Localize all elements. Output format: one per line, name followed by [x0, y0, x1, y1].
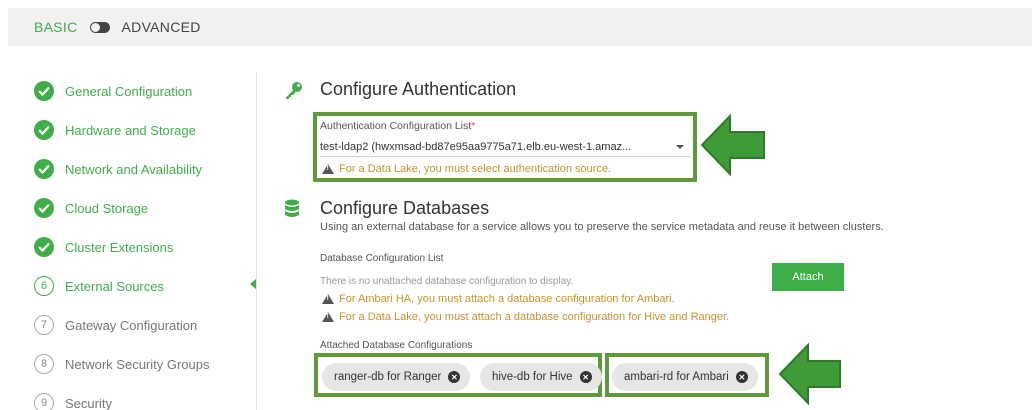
auth-config-list-label: Authentication Configuration List* — [320, 120, 475, 132]
db-section-title: Configure Databases — [320, 198, 490, 218]
warning-icon — [322, 164, 334, 174]
chip-label: ranger-db for Ranger — [334, 371, 442, 383]
step-gateway-configuration[interactable]: 7 Gateway Configuration — [34, 314, 264, 336]
step-number: 9 — [34, 393, 54, 410]
arrow-left-icon — [700, 113, 765, 177]
db-config-list-label: Database Configuration List — [320, 253, 444, 264]
check-circle-icon — [34, 120, 54, 140]
step-label: Gateway Configuration — [65, 317, 198, 333]
close-icon[interactable]: ✕ — [735, 371, 748, 383]
db-empty-message: There is no unattached database configur… — [320, 276, 574, 287]
db-warning-datalake: For a Data Lake, you must attach a datab… — [322, 311, 729, 323]
step-external-sources[interactable]: 6 External Sources — [34, 275, 264, 297]
close-icon[interactable]: ✕ — [448, 371, 461, 383]
toggle-knob — [90, 22, 100, 32]
arrow-left-icon — [778, 342, 841, 406]
step-hardware-and-storage[interactable]: Hardware and Storage — [34, 119, 264, 141]
chip-label: ambari-rd for Ambari — [624, 371, 729, 383]
db-warning-ambari: For Ambari HA, you must attach a databas… — [322, 293, 675, 305]
step-label: Network and Availability — [65, 161, 203, 177]
db-chip-hive: hive-db for Hive ✕ — [480, 363, 602, 391]
step-number: 7 — [34, 315, 54, 335]
warning-icon — [322, 294, 334, 304]
step-label: Cluster Extensions — [65, 239, 174, 255]
check-circle-icon — [34, 159, 54, 179]
auth-selected-value: test-ldap2 (hwxmsad-bd87e95aa9775a71.elb… — [320, 140, 632, 153]
step-number: 6 — [34, 276, 54, 296]
database-icon — [284, 199, 300, 224]
attach-button[interactable]: Attach — [772, 263, 844, 291]
step-label: Cloud Storage — [65, 200, 149, 216]
step-label: Security — [65, 395, 112, 410]
step-network-and-availability[interactable]: Network and Availability — [34, 158, 264, 180]
mode-bar: BASIC ADVANCED — [8, 8, 1032, 46]
step-security[interactable]: 9 Security — [34, 392, 264, 410]
required-mark: * — [471, 120, 476, 132]
auth-config-select[interactable]: test-ldap2 (hwxmsad-bd87e95aa9775a71.elb… — [320, 137, 690, 157]
auth-section-title: Configure Authentication — [320, 79, 517, 99]
close-icon[interactable]: ✕ — [579, 371, 592, 383]
db-chip-ranger: ranger-db for Ranger ✕ — [322, 363, 471, 391]
sidebar-divider — [256, 72, 257, 410]
step-label: External Sources — [65, 278, 164, 294]
step-general-configuration[interactable]: General Configuration — [34, 80, 264, 102]
db-warning-ambari-text: For Ambari HA, you must attach a databas… — [339, 293, 675, 305]
warning-icon — [322, 312, 334, 322]
key-icon — [284, 80, 304, 105]
step-cluster-extensions[interactable]: Cluster Extensions — [34, 236, 264, 258]
mode-advanced-label[interactable]: ADVANCED — [122, 19, 201, 35]
check-circle-icon — [34, 198, 54, 218]
auth-label-text: Authentication Configuration List — [320, 120, 472, 132]
check-circle-icon — [34, 81, 54, 101]
db-warning-datalake-text: For a Data Lake, you must attach a datab… — [339, 311, 730, 323]
step-label: Network Security Groups — [65, 356, 210, 372]
step-label: General Configuration — [65, 83, 193, 99]
step-network-security-groups[interactable]: 8 Network Security Groups — [34, 353, 264, 375]
check-circle-icon — [34, 237, 54, 257]
attached-db-label: Attached Database Configurations — [320, 340, 473, 351]
auth-warning-text: For a Data Lake, you must select authent… — [339, 163, 612, 175]
db-chip-ambari: ambari-rd for Ambari ✕ — [612, 363, 758, 391]
db-description: Using an external database for a service… — [320, 221, 884, 233]
mode-basic-label[interactable]: BASIC — [34, 19, 78, 35]
chevron-down-icon[interactable] — [676, 145, 684, 149]
step-cloud-storage[interactable]: Cloud Storage — [34, 197, 264, 219]
mode-toggle[interactable] — [89, 21, 110, 33]
auth-warning: For a Data Lake, you must select authent… — [322, 163, 611, 175]
step-number: 8 — [34, 354, 54, 374]
chip-label: hive-db for Hive — [492, 371, 573, 383]
step-label: Hardware and Storage — [65, 122, 196, 138]
